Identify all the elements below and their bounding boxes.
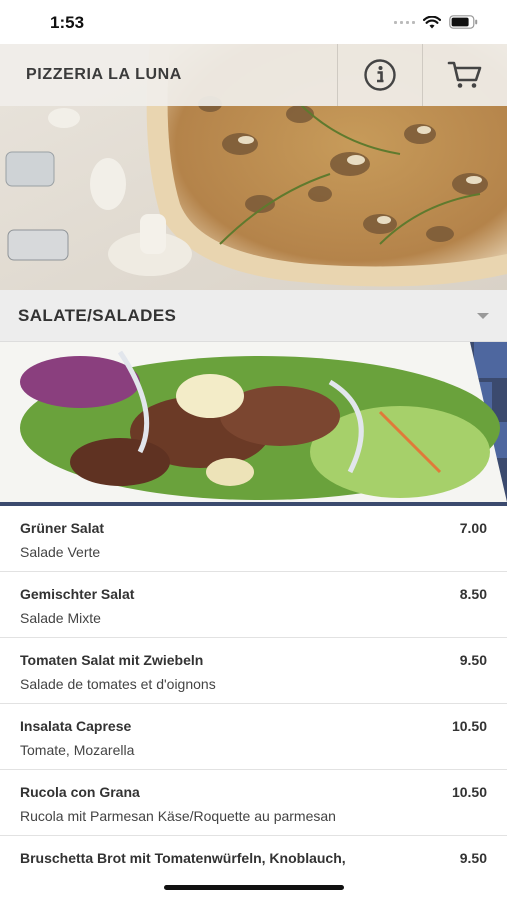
info-button[interactable] (337, 44, 422, 106)
menu-item[interactable]: Insalata Caprese Tomate, Mozarella 10.50 (0, 704, 507, 770)
signal-icon (394, 20, 415, 24)
home-indicator[interactable] (164, 885, 344, 890)
app-header: PIZZERIA LA LUNA (0, 44, 507, 106)
item-price: 9.50 (459, 850, 487, 866)
item-description: Tomate, Mozarella (20, 742, 135, 758)
item-price: 8.50 (459, 586, 487, 602)
info-icon (364, 59, 396, 91)
item-description: Salade Mixte (20, 610, 101, 626)
item-price: 10.50 (451, 784, 487, 800)
menu-item[interactable]: Bruschetta Brot mit Tomatenwürfeln, Knob… (0, 836, 507, 900)
cart-icon (447, 61, 482, 88)
menu-item[interactable]: Gemischter Salat Salade Mixte 8.50 (0, 572, 507, 638)
cart-button[interactable] (422, 44, 507, 106)
menu-list: Grüner Salat Salade Verte 7.00 Gemischte… (0, 506, 507, 900)
battery-icon (449, 15, 478, 29)
category-image (0, 342, 507, 506)
wifi-icon (423, 15, 441, 28)
item-price: 10.50 (451, 718, 487, 734)
item-name: Tomaten Salat mit Zwiebeln (20, 652, 204, 668)
item-name: Bruschetta Brot mit Tomatenwürfeln, Knob… (20, 850, 346, 866)
status-time: 1:53 (50, 13, 85, 32)
item-description: Salade de tomates et d'oignons (20, 676, 216, 692)
menu-item[interactable]: Tomaten Salat mit Zwiebeln Salade de tom… (0, 638, 507, 704)
category-title: SALATE/SALADES (18, 305, 177, 325)
status-icons (394, 15, 479, 29)
status-bar: 1:53 (0, 0, 507, 44)
item-name: Gemischter Salat (20, 586, 135, 602)
item-name: Rucola con Grana (20, 784, 140, 800)
item-name: Insalata Caprese (20, 718, 132, 734)
item-price: 9.50 (459, 652, 487, 668)
item-name: Grüner Salat (20, 520, 105, 536)
item-price: 7.00 (459, 520, 487, 536)
menu-item[interactable]: Rucola con Grana Rucola mit Parmesan Käs… (0, 770, 507, 836)
menu-item[interactable]: Grüner Salat Salade Verte 7.00 (0, 506, 507, 572)
chevron-down-icon (477, 312, 489, 319)
item-description: Salade Verte (20, 544, 101, 560)
item-description: Rucola mit Parmesan Käse/Roquette au par… (20, 808, 336, 824)
category-dropdown[interactable]: SALATE/SALADES (0, 290, 507, 342)
app-title: PIZZERIA LA LUNA (26, 66, 182, 83)
